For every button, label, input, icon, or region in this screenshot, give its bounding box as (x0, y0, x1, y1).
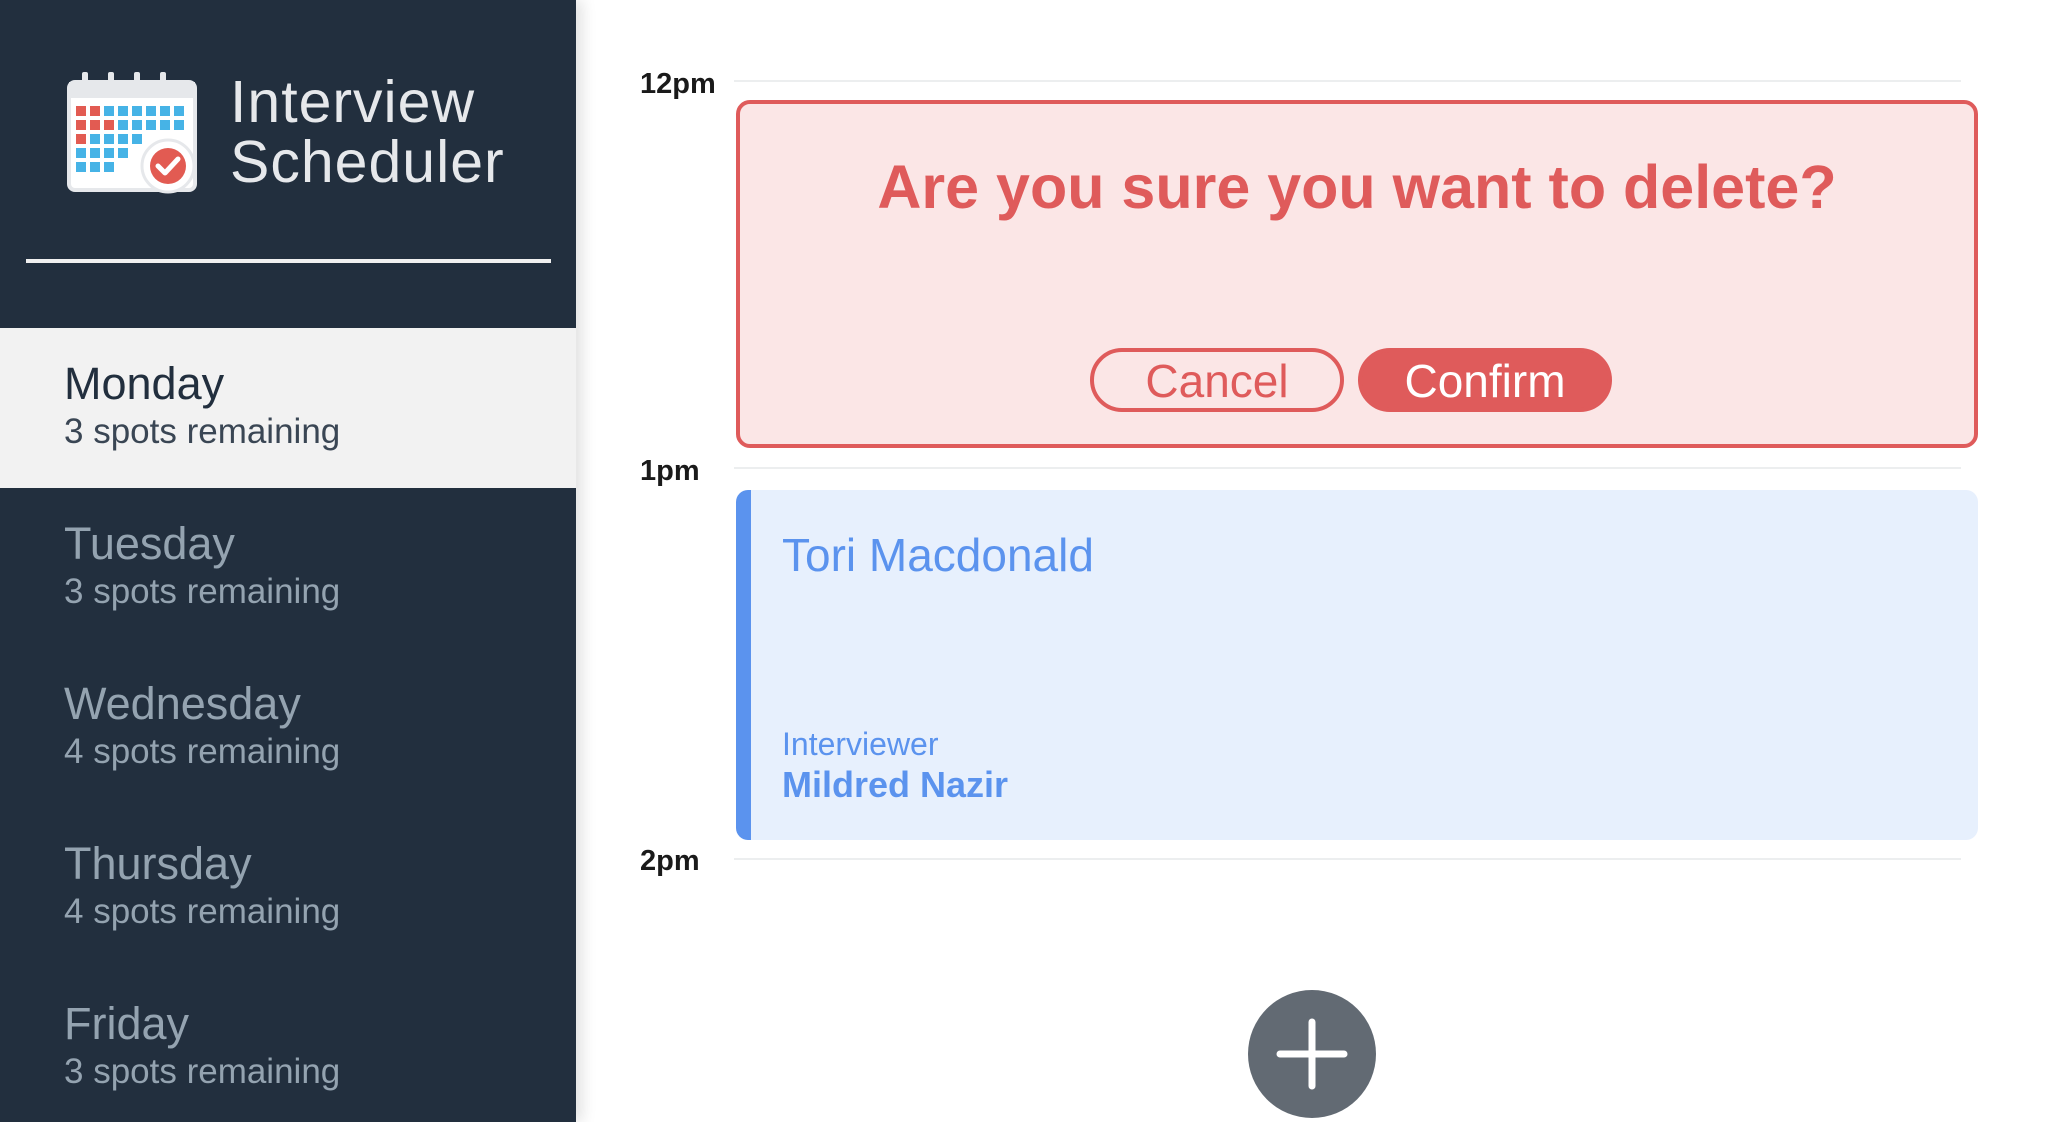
day-item-wednesday[interactable]: Wednesday 4 spots remaining (0, 648, 576, 808)
add-appointment-button[interactable] (1248, 990, 1376, 1118)
day-item-friday[interactable]: Friday 3 spots remaining (0, 968, 576, 1122)
time-divider (734, 80, 1961, 82)
sidebar-divider (26, 259, 551, 263)
student-name: Tori Macdonald (782, 529, 1094, 581)
time-label-1pm: 1pm (640, 455, 700, 487)
time-divider (734, 467, 1961, 469)
cancel-button[interactable]: Cancel (1090, 348, 1344, 412)
delete-confirm-card: Are you sure you want to delete? Cancel … (736, 100, 1978, 448)
day-name: Friday (64, 998, 190, 1049)
calendar-logo-icon (67, 72, 197, 194)
day-spots: 3 spots remaining (64, 1052, 341, 1091)
day-name: Wednesday (64, 678, 301, 729)
plus-icon (1276, 1018, 1348, 1090)
day-name: Tuesday (64, 518, 235, 569)
day-item-monday[interactable]: Monday 3 spots remaining (0, 328, 576, 488)
time-label-12pm: 12pm (640, 68, 716, 100)
confirm-button[interactable]: Confirm (1358, 348, 1612, 412)
appointment-card[interactable]: Tori Macdonald Interviewer Mildred Nazir (736, 490, 1978, 840)
day-spots: 3 spots remaining (64, 412, 341, 451)
app-root: Interview Scheduler Monday 3 spots remai… (0, 0, 2048, 1122)
day-list: Monday 3 spots remaining Tuesday 3 spots… (0, 328, 576, 1122)
confirm-message: Are you sure you want to delete? (877, 153, 1837, 221)
time-divider (734, 858, 1961, 860)
day-spots: 4 spots remaining (64, 732, 341, 771)
day-name: Monday (64, 358, 225, 409)
interviewer-name: Mildred Nazir (782, 764, 1009, 805)
day-item-tuesday[interactable]: Tuesday 3 spots remaining (0, 488, 576, 648)
day-spots: 4 spots remaining (64, 892, 341, 931)
day-name: Thursday (64, 838, 252, 889)
day-item-thursday[interactable]: Thursday 4 spots remaining (0, 808, 576, 968)
app-title: Interview Scheduler (230, 72, 505, 192)
app-title-line1: Interview (230, 69, 476, 135)
schedule: 12pm Are you sure you want to delete? Ca… (576, 0, 2048, 1122)
interviewer-label: Interviewer (782, 726, 939, 762)
app-title-line2: Scheduler (230, 129, 505, 195)
sidebar: Interview Scheduler Monday 3 spots remai… (0, 0, 576, 1122)
day-spots: 3 spots remaining (64, 572, 341, 611)
time-label-2pm: 2pm (640, 845, 700, 877)
